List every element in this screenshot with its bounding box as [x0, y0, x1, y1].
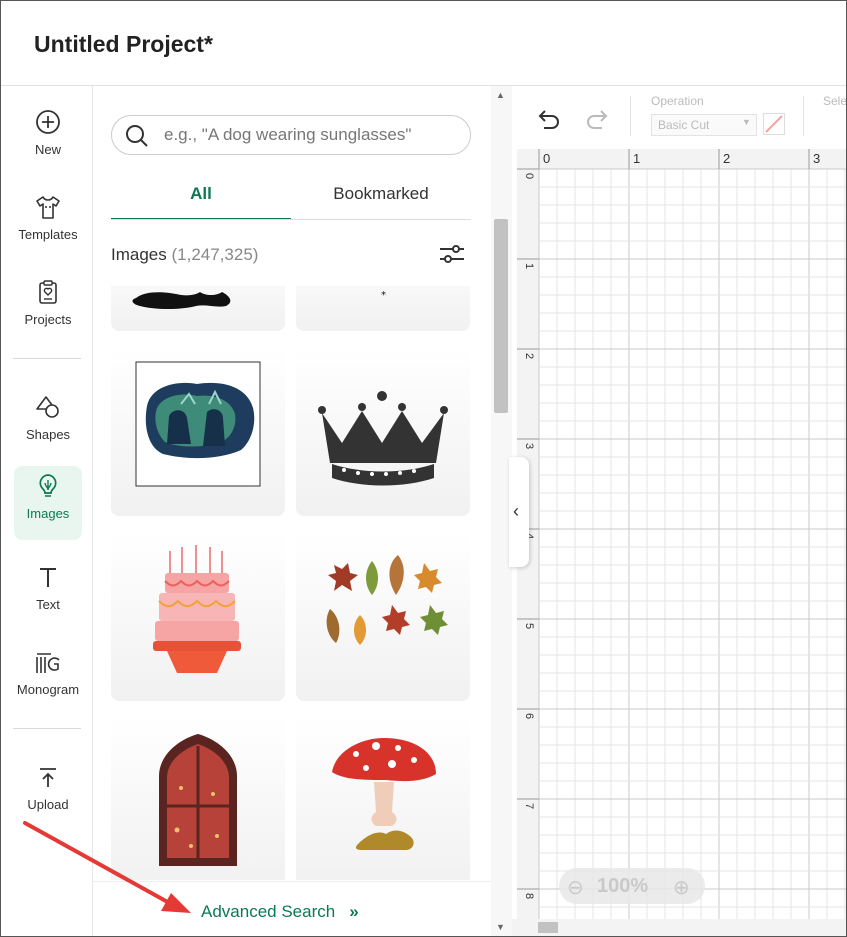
plus-circle-icon — [36, 110, 60, 134]
toolbar-divider — [630, 96, 631, 136]
dropdown-caret-icon: ▼ — [742, 117, 751, 127]
crown-image — [318, 391, 448, 486]
collapse-panel-button[interactable]: ‹ — [509, 457, 529, 567]
left-nav: New Templates Projects Shapes Images Tex… — [1, 86, 93, 936]
monogram-icon — [36, 653, 60, 673]
zoom-level: 100% — [597, 875, 649, 897]
images-count-label: Images (1,247,325) — [111, 245, 258, 265]
nav-label: Upload — [27, 797, 69, 812]
search-input[interactable]: e.g., "A dog wearing sunglasses" — [164, 125, 411, 145]
zoom-in-icon[interactable]: ⊕ — [673, 875, 690, 900]
advanced-search-bar: Advanced Search » — [93, 881, 491, 936]
image-card[interactable] — [111, 716, 285, 880]
ruler-label-left: 0 — [523, 173, 535, 179]
toolbar-divider — [803, 96, 804, 136]
nav-text[interactable]: Text — [14, 557, 82, 629]
ruler-label-left: 7 — [523, 803, 535, 809]
ruler-label-left: 8 — [523, 893, 535, 899]
image-card[interactable] — [296, 716, 470, 880]
birthday-cake-image — [153, 545, 241, 673]
header: Untitled Project* — [1, 1, 846, 86]
operation-label: Operation — [651, 94, 704, 108]
nav-images[interactable]: Images — [14, 466, 82, 540]
star-image: * — [381, 290, 386, 301]
canvas-area: Operation Basic Cut ▼ Sele 0123 01234567… — [512, 86, 846, 936]
ruler-label-top: 3 — [813, 151, 820, 166]
nav-divider — [13, 728, 81, 729]
images-label: Images — [111, 245, 167, 264]
zoom-control: ⊖ 100% ⊕ — [559, 868, 705, 904]
shapes-icon — [36, 396, 59, 418]
nav-shapes[interactable]: Shapes — [14, 387, 82, 459]
tab-divider — [111, 219, 471, 220]
scroll-down-icon[interactable]: ▼ — [496, 922, 505, 932]
image-card[interactable] — [111, 531, 285, 701]
project-title[interactable]: Untitled Project* — [34, 31, 213, 58]
image-card[interactable] — [111, 286, 285, 331]
zoom-out-icon[interactable]: ⊖ — [567, 875, 584, 900]
image-grid: * — [93, 286, 491, 880]
images-count: (1,247,325) — [171, 245, 259, 264]
ruler-label-left: 1 — [523, 263, 535, 269]
mushroom-image — [332, 738, 436, 850]
nav-monogram[interactable]: Monogram — [14, 642, 82, 714]
image-card[interactable] — [111, 346, 285, 516]
redo-icon[interactable] — [584, 106, 610, 132]
ruler-label-top: 2 — [723, 151, 730, 166]
double-chevron-right-icon: » — [349, 902, 359, 921]
horizontal-scrollbar[interactable] — [512, 919, 846, 936]
nav-label: Projects — [24, 312, 72, 327]
ruler-label-left: 3 — [523, 443, 535, 449]
svg-text:*: * — [381, 290, 386, 301]
cutting-mat-grid[interactable]: 0123 012345678 — [517, 149, 846, 936]
tab-bookmarked[interactable]: Bookmarked — [291, 184, 471, 218]
upload-icon — [40, 768, 56, 787]
autumn-leaves-image — [326, 555, 448, 645]
ruler-label-top: 1 — [633, 151, 640, 166]
scrollbar-thumb[interactable] — [494, 219, 508, 413]
nav-divider — [13, 358, 81, 359]
images-panel: e.g., "A dog wearing sunglasses" All Boo… — [93, 86, 491, 936]
search-icon — [126, 125, 148, 147]
lightbulb-icon — [39, 474, 57, 497]
ruler-label-top: 0 — [543, 151, 550, 166]
text-icon — [40, 568, 56, 587]
scrollbar-thumb[interactable] — [538, 922, 558, 933]
nav-label: Monogram — [16, 682, 80, 697]
undo-icon[interactable] — [536, 106, 562, 132]
chevron-left-icon: ‹ — [513, 501, 519, 521]
select-label: Sele — [823, 94, 847, 108]
tshirt-icon — [36, 196, 60, 219]
operation-value: Basic Cut — [658, 118, 710, 132]
tab-all[interactable]: All — [111, 184, 291, 220]
filter-sliders-icon[interactable] — [438, 242, 466, 266]
ruler-label-left: 5 — [523, 623, 535, 629]
image-card[interactable] — [296, 346, 470, 516]
image-card[interactable]: * — [296, 286, 470, 331]
nav-label: New — [34, 142, 61, 157]
canvas-toolbar: Operation Basic Cut ▼ Sele — [512, 86, 846, 148]
nav-label: Shapes — [25, 427, 71, 442]
ruler-label-left: 6 — [523, 713, 535, 719]
nav-label: Text — [36, 597, 60, 612]
nav-upload[interactable]: Upload — [14, 757, 82, 829]
app-window: Untitled Project* New Templates Projects… — [0, 0, 847, 937]
scroll-up-icon[interactable]: ▲ — [496, 90, 505, 100]
nav-label: Templates — [18, 227, 78, 242]
operation-select[interactable]: Basic Cut ▼ — [651, 114, 757, 136]
advanced-search-label: Advanced Search — [201, 902, 336, 921]
no-color-swatch-icon[interactable] — [763, 113, 785, 135]
clipboard-icon — [39, 280, 57, 304]
silhouette-image — [132, 292, 231, 309]
nav-projects[interactable]: Projects — [14, 272, 82, 344]
nav-label: Images — [26, 506, 70, 521]
ruler-label-left: 2 — [523, 353, 535, 359]
couple-scene-image — [135, 361, 261, 487]
advanced-search-link[interactable]: Advanced Search » — [201, 902, 359, 922]
image-card[interactable] — [296, 531, 470, 701]
nav-templates[interactable]: Templates — [14, 187, 82, 259]
nav-new[interactable]: New — [14, 102, 82, 174]
search-bar[interactable]: e.g., "A dog wearing sunglasses" — [111, 115, 471, 155]
stained-glass-window-image — [159, 734, 237, 866]
